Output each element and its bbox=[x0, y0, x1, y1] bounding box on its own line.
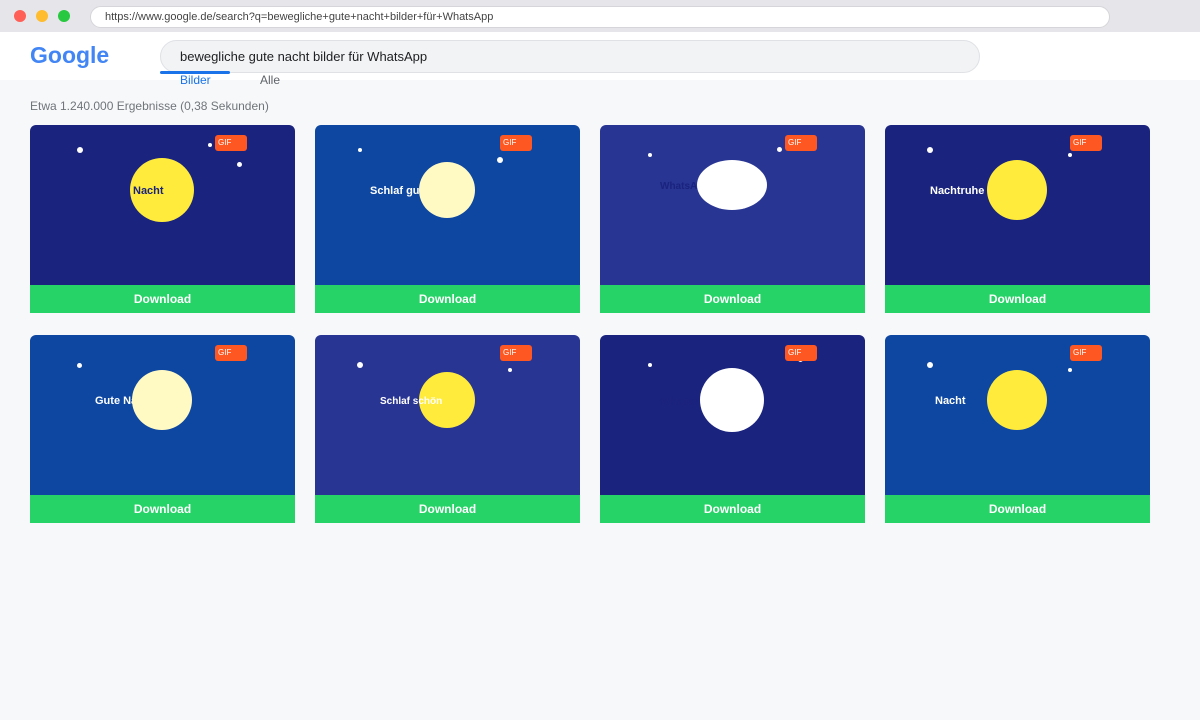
download-button[interactable]: Download bbox=[315, 285, 580, 313]
moon-icon bbox=[697, 160, 767, 210]
gif-badge: GIF bbox=[215, 345, 247, 361]
star-icon bbox=[357, 362, 363, 368]
gif-badge: GIF bbox=[1070, 135, 1102, 151]
image-caption: Nacht bbox=[935, 395, 966, 407]
star-icon bbox=[1068, 153, 1072, 157]
close-window-icon[interactable] bbox=[14, 10, 26, 22]
star-icon bbox=[648, 363, 652, 367]
download-button[interactable]: Download bbox=[885, 495, 1150, 523]
image-result-card[interactable]: Nacht GIF Download bbox=[885, 335, 1150, 523]
maximize-window-icon[interactable] bbox=[58, 10, 70, 22]
moon-icon bbox=[700, 368, 764, 432]
gif-badge: GIF bbox=[500, 345, 532, 361]
moon-icon bbox=[132, 370, 192, 430]
download-button[interactable]: Download bbox=[30, 495, 295, 523]
download-button[interactable]: Download bbox=[315, 495, 580, 523]
image-result-card[interactable]: Schlaf schön GIF Download bbox=[315, 335, 580, 523]
results-count: Etwa 1.240.000 Ergebnisse (0,38 Sekunden… bbox=[30, 99, 269, 113]
star-icon bbox=[927, 362, 933, 368]
google-logo[interactable]: Google bbox=[30, 42, 109, 69]
star-icon bbox=[77, 363, 82, 368]
image-result-card[interactable]: WhatsApp GIF Download bbox=[600, 125, 865, 313]
minimize-window-icon[interactable] bbox=[36, 10, 48, 22]
download-button[interactable]: Download bbox=[30, 285, 295, 313]
result-image[interactable]: Nacht GIF bbox=[30, 125, 295, 285]
browser-chrome: https://www.google.de/search?q=beweglich… bbox=[0, 0, 1200, 32]
search-header: Google bewegliche gute nacht bilder für … bbox=[0, 32, 1200, 87]
result-image[interactable]: WhatsApp GIF bbox=[600, 335, 865, 495]
star-icon bbox=[777, 147, 782, 152]
moon-icon bbox=[419, 162, 475, 218]
image-result-card[interactable]: WhatsApp GIF Download bbox=[600, 335, 865, 523]
gif-badge: GIF bbox=[215, 135, 247, 151]
gif-badge: GIF bbox=[785, 345, 817, 361]
result-image[interactable]: Gute Nacht GIF bbox=[30, 335, 295, 495]
result-image[interactable]: Schlaf schön GIF bbox=[315, 335, 580, 495]
result-image[interactable]: Nachtruhe GIF bbox=[885, 125, 1150, 285]
tab-bilder[interactable]: Bilder bbox=[180, 73, 211, 87]
star-icon bbox=[497, 157, 503, 163]
download-button[interactable]: Download bbox=[885, 285, 1150, 313]
image-result-card[interactable]: Nachtruhe GIF Download bbox=[885, 125, 1150, 313]
star-icon bbox=[77, 147, 83, 153]
image-caption: Nachtruhe bbox=[930, 185, 985, 197]
image-result-card[interactable]: Nacht GIF Download bbox=[30, 125, 295, 313]
star-icon bbox=[927, 147, 933, 153]
star-icon bbox=[358, 148, 362, 152]
image-caption: Nacht bbox=[133, 185, 164, 197]
gif-badge: GIF bbox=[1070, 345, 1102, 361]
star-icon bbox=[648, 153, 652, 157]
image-caption: Schlaf gut bbox=[370, 185, 424, 197]
active-tab-indicator bbox=[160, 71, 230, 74]
result-image[interactable]: Nacht GIF bbox=[885, 335, 1150, 495]
address-bar[interactable]: https://www.google.de/search?q=beweglich… bbox=[90, 6, 1110, 28]
moon-icon bbox=[987, 370, 1047, 430]
search-input[interactable]: bewegliche gute nacht bilder für WhatsAp… bbox=[160, 40, 980, 73]
star-icon bbox=[1068, 368, 1072, 372]
gif-badge: GIF bbox=[785, 135, 817, 151]
gif-badge: GIF bbox=[500, 135, 532, 151]
result-image[interactable]: WhatsApp GIF bbox=[600, 125, 865, 285]
result-image[interactable]: Schlaf gut GIF bbox=[315, 125, 580, 285]
star-icon bbox=[508, 368, 512, 372]
star-icon bbox=[237, 162, 242, 167]
image-caption: Schlaf schön bbox=[380, 396, 443, 407]
moon-icon bbox=[987, 160, 1047, 220]
image-result-card[interactable]: Schlaf gut GIF Download bbox=[315, 125, 580, 313]
download-button[interactable]: Download bbox=[600, 495, 865, 523]
star-icon bbox=[208, 143, 212, 147]
tab-alle[interactable]: Alle bbox=[260, 73, 280, 87]
image-result-card[interactable]: Gute Nacht GIF Download bbox=[30, 335, 295, 523]
download-button[interactable]: Download bbox=[600, 285, 865, 313]
